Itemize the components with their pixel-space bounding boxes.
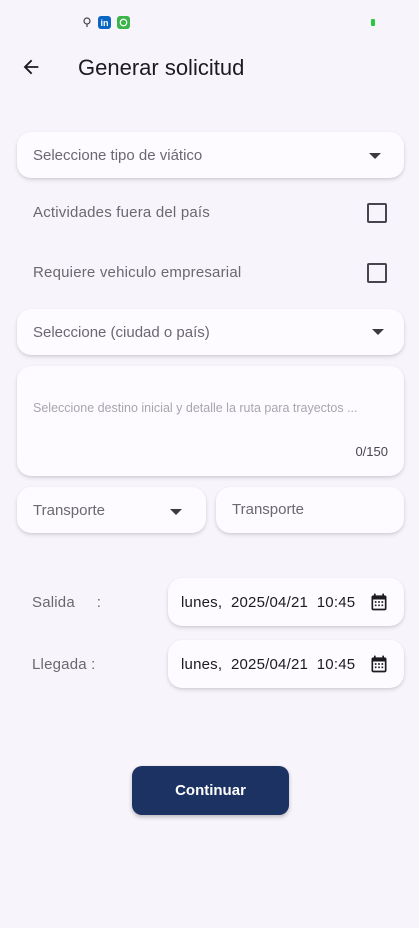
battery-icon (371, 19, 375, 26)
status-bar: in (0, 0, 419, 44)
llegada-datetime-field[interactable]: lunes, 2025/04/21 10:45 (168, 640, 404, 688)
calendar-icon[interactable] (369, 654, 389, 674)
dropdown-arrow-icon (372, 329, 384, 335)
dropdown-arrow-icon (369, 153, 381, 159)
transporte-input[interactable]: Transporte (216, 487, 404, 533)
actividades-fuera-label: Actividades fuera del país (33, 204, 210, 221)
salida-datetime-field[interactable]: lunes, 2025/04/21 10:45 (168, 578, 404, 626)
transporte-input-placeholder: Transporte (232, 501, 304, 518)
salida-label: Salida : (32, 594, 102, 611)
transporte-dropdown[interactable]: Transporte (17, 487, 206, 533)
continue-button[interactable]: Continuar (132, 766, 289, 815)
llegada-datetime-value: lunes, 2025/04/21 10:45 (181, 656, 356, 673)
page-title: Generar solicitud (78, 55, 245, 80)
tipo-viatico-placeholder: Seleccione tipo de viático (33, 147, 203, 164)
back-button[interactable] (14, 50, 48, 84)
transporte-dropdown-placeholder: Transporte (33, 502, 105, 519)
destino-dropdown[interactable]: Seleccione (ciudad o país) (17, 309, 404, 355)
dropdown-arrow-icon (170, 509, 182, 515)
ruta-placeholder: Seleccione destino inicial y detalle la … (33, 401, 358, 415)
salida-datetime-value: lunes, 2025/04/21 10:45 (181, 594, 356, 611)
ruta-char-counter: 0/150 (355, 444, 388, 459)
destino-placeholder: Seleccione (ciudad o país) (33, 324, 210, 341)
back-arrow-icon (23, 59, 39, 75)
actividades-fuera-checkbox[interactable] (367, 203, 387, 223)
tipo-viatico-dropdown[interactable]: Seleccione tipo de viático (17, 132, 404, 178)
vehiculo-empresarial-label: Requiere vehiculo empresarial (33, 264, 242, 281)
calendar-icon[interactable] (369, 592, 389, 612)
notification-dot-icon (83, 17, 91, 27)
vehiculo-empresarial-checkbox[interactable] (367, 263, 387, 283)
llegada-label: Llegada : (32, 656, 96, 673)
ruta-textarea[interactable]: Seleccione destino inicial y detalle la … (17, 366, 404, 476)
whatsapp-icon (117, 16, 130, 29)
linkedin-icon: in (98, 16, 111, 29)
